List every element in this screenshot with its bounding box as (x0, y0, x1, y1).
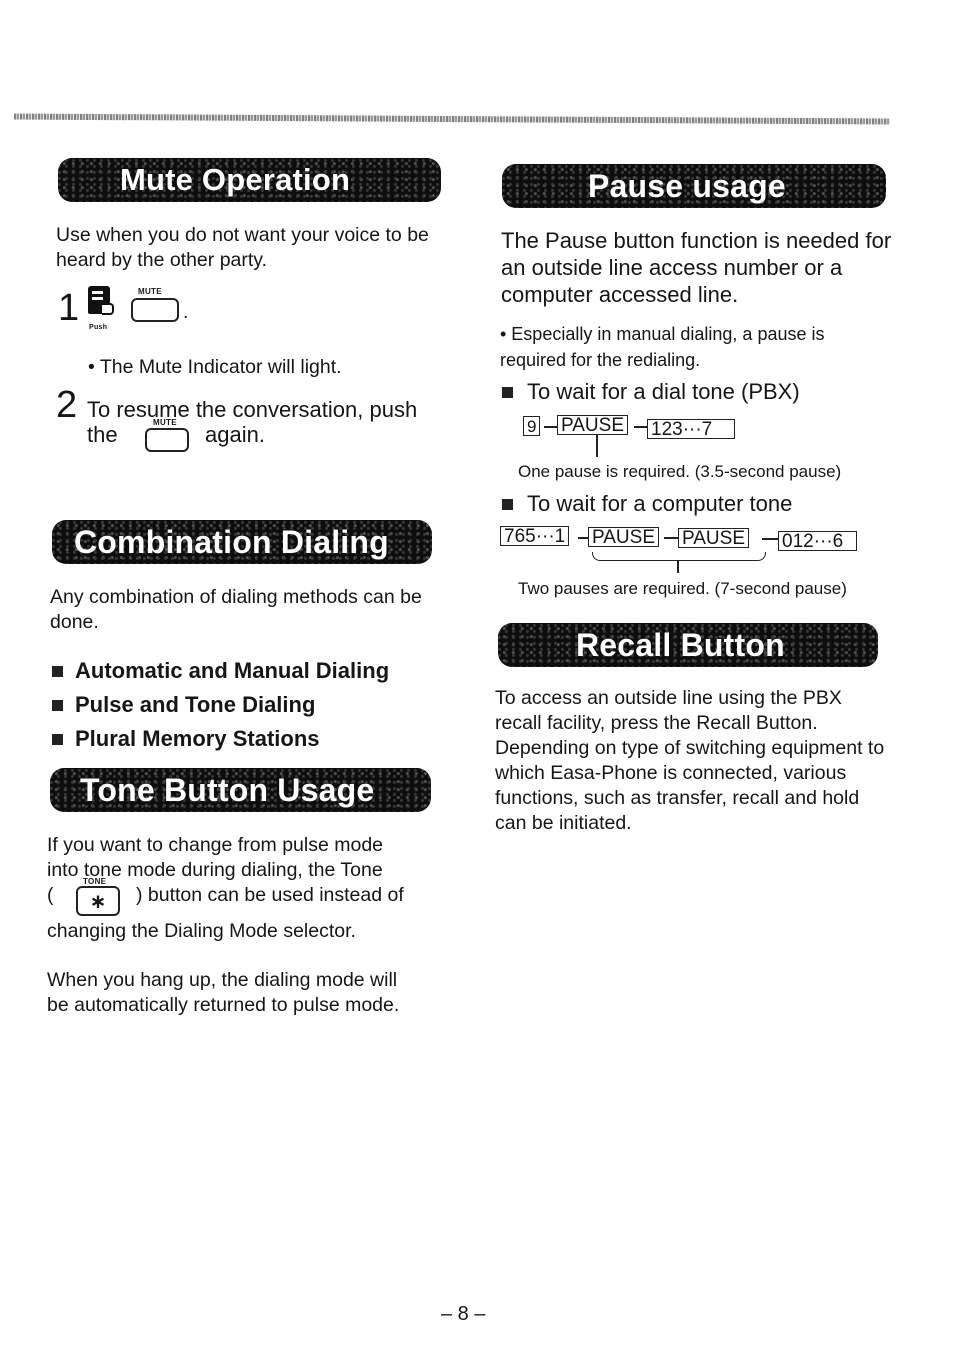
mute-indicator-note: • The Mute Indicator will light. (88, 356, 342, 378)
tone-para-open: ( (47, 884, 54, 906)
digit-box: 123···7 (647, 419, 735, 439)
square-bullet-icon (52, 733, 63, 745)
page-number: – 8 – (441, 1303, 486, 1325)
connector (664, 537, 678, 539)
list-item: Automatic and Manual Dialing (52, 654, 389, 688)
dialing-methods-list: Automatic and Manual Dialing Pulse and T… (52, 654, 389, 756)
step2-again: again. (205, 422, 265, 447)
push-label: Push (89, 324, 108, 331)
tone-key-icon: ∗ (76, 886, 120, 916)
mute-intro: Use when you do not want your voice to b… (56, 224, 429, 271)
square-bullet-icon (52, 665, 63, 677)
square-bullet-icon (502, 499, 513, 510)
combination-dialing-heading: Combination Dialing (52, 520, 432, 564)
pause-box: PAUSE (557, 415, 629, 435)
digit-box: 012···6 (778, 531, 857, 551)
mute-operation-heading: Mute Operation (58, 158, 441, 202)
tone-button-usage-heading: Tone Button Usage (50, 768, 431, 812)
heading-text: Combination Dialing (74, 523, 389, 560)
asterisk-icon: ∗ (89, 890, 107, 913)
heading-text: Tone Button Usage (80, 771, 375, 808)
pause-box: PAUSE (678, 528, 750, 548)
connector (762, 538, 778, 540)
step-number: 2 (56, 384, 78, 426)
connector (578, 537, 588, 539)
mute-key-label: MUTE (153, 418, 177, 427)
step-number: 1 (58, 287, 80, 329)
tone-para-line: changing the Dialing Mode selector. (47, 920, 356, 942)
list-item: Plural Memory Stations (52, 722, 389, 756)
connector (544, 426, 558, 428)
tone-para-line: ) button can be used instead of (136, 884, 404, 906)
digit-box: 765···1 (500, 526, 570, 546)
step1-period: . (183, 301, 189, 323)
bracket (592, 552, 766, 561)
push-hand-icon (88, 286, 114, 315)
pointer-line (677, 561, 679, 573)
mute-key-icon (131, 298, 179, 322)
mute-key-icon (145, 428, 189, 452)
step2-text: To resume the conversation, push (87, 397, 418, 422)
case1-heading: To wait for a dial tone (PBX) (502, 378, 800, 405)
case2-heading: To wait for a computer tone (502, 490, 792, 517)
top-scan-rule (13, 113, 891, 125)
digit-box: 9 (523, 416, 541, 436)
tone-para-line: If you want to change from pulse mode (47, 834, 384, 856)
pause-box: PAUSE (588, 527, 660, 547)
recall-body: To access an outside line using the PBX … (495, 687, 885, 834)
pause-note: • Especially in manual dialing, a pause … (500, 324, 825, 370)
pause-intro: The Pause button function is needed for … (501, 228, 892, 307)
list-item: Pulse and Tone Dialing (52, 688, 389, 722)
mute-key-label: MUTE (138, 287, 162, 296)
recall-button-heading: Recall Button (498, 623, 878, 667)
heading-text: Recall Button (576, 626, 785, 663)
connector (634, 426, 648, 428)
heading-text: Pause usage (588, 167, 786, 204)
square-bullet-icon (502, 387, 513, 398)
pause-usage-heading: Pause usage (502, 164, 886, 208)
tone-key-label: TONE (83, 877, 107, 886)
case1-caption: One pause is required. (3.5-second pause… (518, 462, 842, 481)
tone-para2: When you hang up, the dialing mode will … (47, 969, 400, 1016)
case2-caption: Two pauses are required. (7-second pause… (518, 579, 847, 598)
combination-intro: Any combination of dialing methods can b… (50, 586, 422, 633)
square-bullet-icon (52, 699, 63, 711)
heading-text: Mute Operation (120, 162, 351, 197)
pointer-line (596, 435, 598, 457)
step2-the: the (87, 422, 118, 447)
